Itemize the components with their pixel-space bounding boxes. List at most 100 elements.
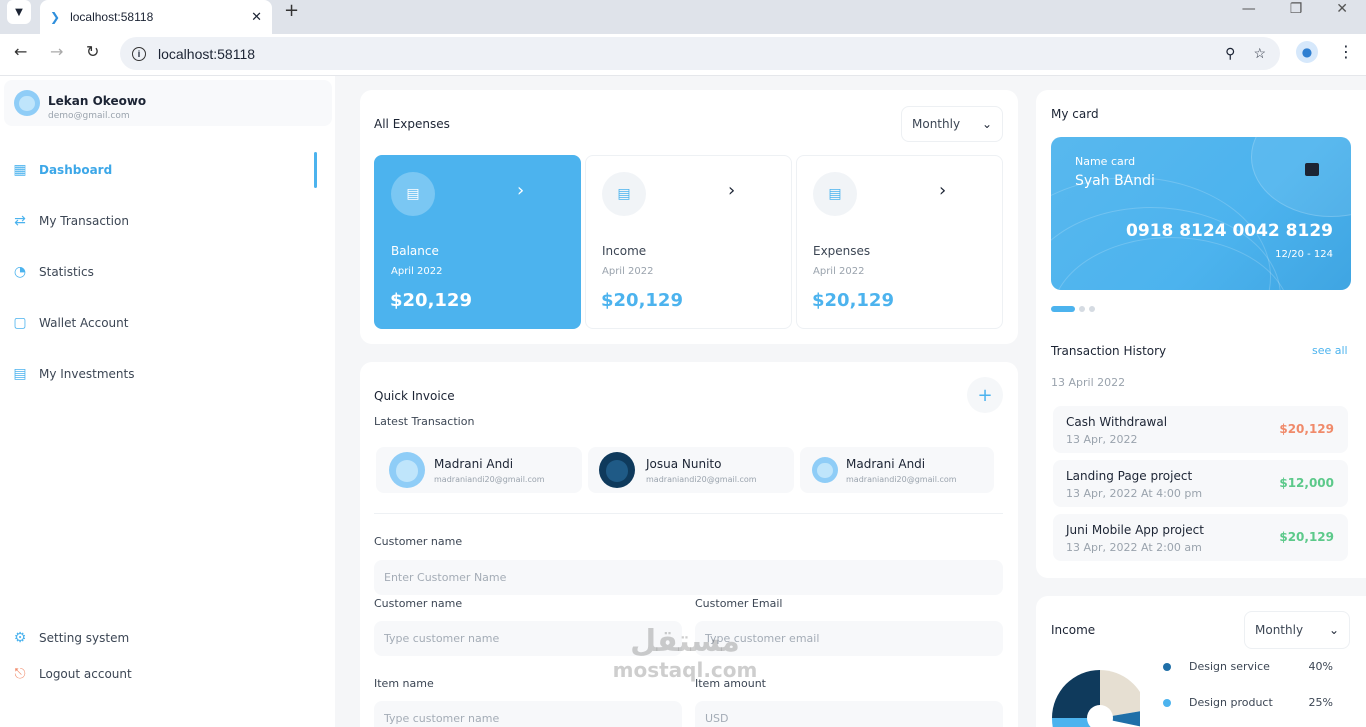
address-bar[interactable]: i localhost:58118 ⚲ ☆ — [120, 37, 1280, 70]
sidebar-item-logout[interactable]: ⎋ Logout account — [12, 666, 131, 682]
sidebar-item-label: Statistics — [39, 265, 94, 279]
all-expenses-title: All Expenses — [374, 117, 450, 131]
carousel-dot[interactable] — [1051, 306, 1075, 312]
income-period-select[interactable]: Monthly ⌄ — [1244, 611, 1350, 649]
url-text: localhost:58118 — [158, 45, 256, 62]
card-carousel-dots[interactable] — [1051, 306, 1095, 312]
chevron-down-icon: ▼ — [15, 6, 23, 18]
sidebar-item-label: Dashboard — [39, 163, 113, 177]
card-date: April 2022 — [602, 266, 654, 277]
list-item[interactable]: Juni Mobile App project 13 Apr, 2022 At … — [1053, 514, 1348, 561]
watermark-text: مستقل — [630, 624, 740, 659]
expenses-icon: ▤ — [813, 172, 857, 216]
carousel-dot[interactable] — [1089, 306, 1095, 312]
back-icon[interactable]: ← — [14, 42, 27, 61]
legend-item: Design product 25% — [1163, 696, 1333, 709]
contact-email: madraniandi20@gmail.com — [846, 475, 957, 484]
period-value: Monthly — [912, 117, 961, 131]
bank-card[interactable]: Name card Syah BAndi 0918 8124 0042 8129… — [1051, 137, 1351, 290]
close-tab-icon[interactable]: ✕ — [251, 10, 262, 25]
chevron-right-icon[interactable]: › — [517, 180, 524, 201]
restore-icon[interactable]: ❐ — [1290, 1, 1303, 17]
card-name-label: Name card — [1075, 155, 1136, 168]
image-icon — [1305, 163, 1319, 176]
gear-icon: ⚙ — [13, 630, 27, 646]
divider — [374, 513, 1003, 514]
income-pie-chart — [1051, 670, 1140, 727]
transaction-name: Cash Withdrawal — [1066, 415, 1168, 429]
item-name-label: Item name — [374, 677, 434, 690]
income-title: Income — [1051, 623, 1096, 637]
transaction-date: 13 Apr, 2022 — [1066, 433, 1138, 446]
sidebar-item-my-investments[interactable]: ▤ My Investments — [12, 366, 135, 382]
sidebar-item-label: My Investments — [39, 367, 135, 381]
contact-name: Madrani Andi — [846, 457, 926, 471]
forward-icon[interactable]: → — [50, 42, 63, 61]
avatar — [812, 457, 838, 483]
tab-search-button[interactable]: ▼ — [7, 0, 31, 24]
card-wave — [1251, 137, 1351, 217]
card-label: Income — [602, 244, 647, 258]
card-expiry: 12/20 - 124 — [1275, 249, 1333, 260]
income-panel: Income Monthly ⌄ Design service 40% Desi… — [1036, 596, 1366, 727]
card-holder-name: Syah BAndi — [1075, 173, 1155, 189]
more-menu-icon[interactable]: ⋮ — [1338, 42, 1354, 61]
minimize-icon[interactable]: — — [1242, 1, 1256, 17]
add-invoice-button[interactable]: + — [967, 377, 1003, 413]
legend-percent: 25% — [1308, 696, 1333, 709]
history-date: 13 April 2022 — [1051, 376, 1126, 389]
new-tab-button[interactable]: + — [284, 0, 299, 21]
avatar — [389, 452, 425, 488]
profile-avatar-icon[interactable]: ● — [1296, 41, 1318, 63]
transaction-name: Landing Page project — [1066, 469, 1193, 483]
user-email: demo@gmail.com — [48, 111, 130, 121]
user-name: Lekan Okeowo — [48, 94, 147, 108]
transaction-history-title: Transaction History — [1051, 344, 1167, 358]
expenses-period-select[interactable]: Monthly ⌄ — [901, 106, 1003, 142]
legend-label: Design product — [1189, 696, 1273, 709]
transaction-date: 13 Apr, 2022 At 4:00 pm — [1066, 487, 1203, 500]
chevron-right-icon[interactable]: › — [728, 180, 735, 201]
sidebar-item-wallet-account[interactable]: ▢ Wallet Account — [12, 315, 128, 331]
reload-icon[interactable]: ↻ — [86, 42, 99, 61]
browser-toolbar: ← → ↻ i localhost:58118 ⚲ ☆ ● ⋮ — [0, 34, 1366, 76]
income-card[interactable]: ▤ › Income April 2022 $20,129 — [585, 155, 792, 329]
card-number: 0918 8124 0042 8129 — [1125, 221, 1333, 241]
zoom-icon[interactable]: ⚲ — [1225, 45, 1235, 62]
contact-card[interactable]: Madrani Andi madraniandi20@gmail.com — [376, 447, 582, 493]
list-item[interactable]: Landing Page project 13 Apr, 2022 At 4:0… — [1053, 460, 1348, 507]
transaction-name: Juni Mobile App project — [1066, 523, 1204, 537]
my-card-title: My card — [1051, 107, 1099, 121]
bookmark-star-icon[interactable]: ☆ — [1253, 45, 1266, 62]
sidebar-item-dashboard[interactable]: ▦ Dashboard — [12, 162, 112, 178]
my-card-panel: My card Name card Syah BAndi 0918 8124 0… — [1036, 90, 1366, 578]
tab-title: localhost:58118 — [70, 10, 154, 24]
all-expenses-panel: All Expenses Monthly ⌄ ▤ › Balance April… — [360, 90, 1018, 344]
flutter-logo-icon: ❯ — [50, 10, 61, 24]
card-date: April 2022 — [391, 266, 443, 277]
item-amount-field[interactable] — [695, 701, 1003, 727]
user-profile-card[interactable]: Lekan Okeowo demo@gmail.com — [4, 80, 332, 126]
item-name-field[interactable] — [374, 701, 682, 727]
avatar — [14, 90, 40, 116]
browser-tab[interactable]: ❯ localhost:58118 ✕ — [40, 0, 272, 34]
contact-card[interactable]: Josua Nunito madraniandi20@gmail.com — [588, 447, 794, 493]
carousel-dot[interactable] — [1079, 306, 1085, 312]
investment-icon: ▤ — [13, 366, 27, 382]
sidebar-item-setting-system[interactable]: ⚙ Setting system — [12, 630, 129, 646]
balance-card[interactable]: ▤ › Balance April 2022 $20,129 — [374, 155, 581, 329]
list-item[interactable]: Cash Withdrawal 13 Apr, 2022 $20,129 — [1053, 406, 1348, 453]
site-info-icon[interactable]: i — [132, 46, 146, 61]
expenses-card[interactable]: ▤ › Expenses April 2022 $20,129 — [796, 155, 1003, 329]
pie-chart-icon: ◔ — [13, 264, 27, 280]
sidebar-item-label: My Transaction — [39, 214, 129, 228]
contact-card[interactable]: Madrani Andi madraniandi20@gmail.com — [800, 447, 994, 493]
chevron-right-icon[interactable]: › — [939, 180, 946, 201]
sidebar-item-statistics[interactable]: ◔ Statistics — [12, 264, 94, 280]
card-amount: $20,129 — [390, 290, 472, 311]
quick-invoice-title: Quick Invoice — [374, 389, 455, 403]
see-all-link[interactable]: see all — [1312, 344, 1348, 357]
close-window-icon[interactable]: ✕ — [1336, 1, 1348, 17]
sidebar-item-my-transaction[interactable]: ⇄ My Transaction — [12, 213, 129, 229]
customer-name-input[interactable] — [374, 560, 1003, 595]
